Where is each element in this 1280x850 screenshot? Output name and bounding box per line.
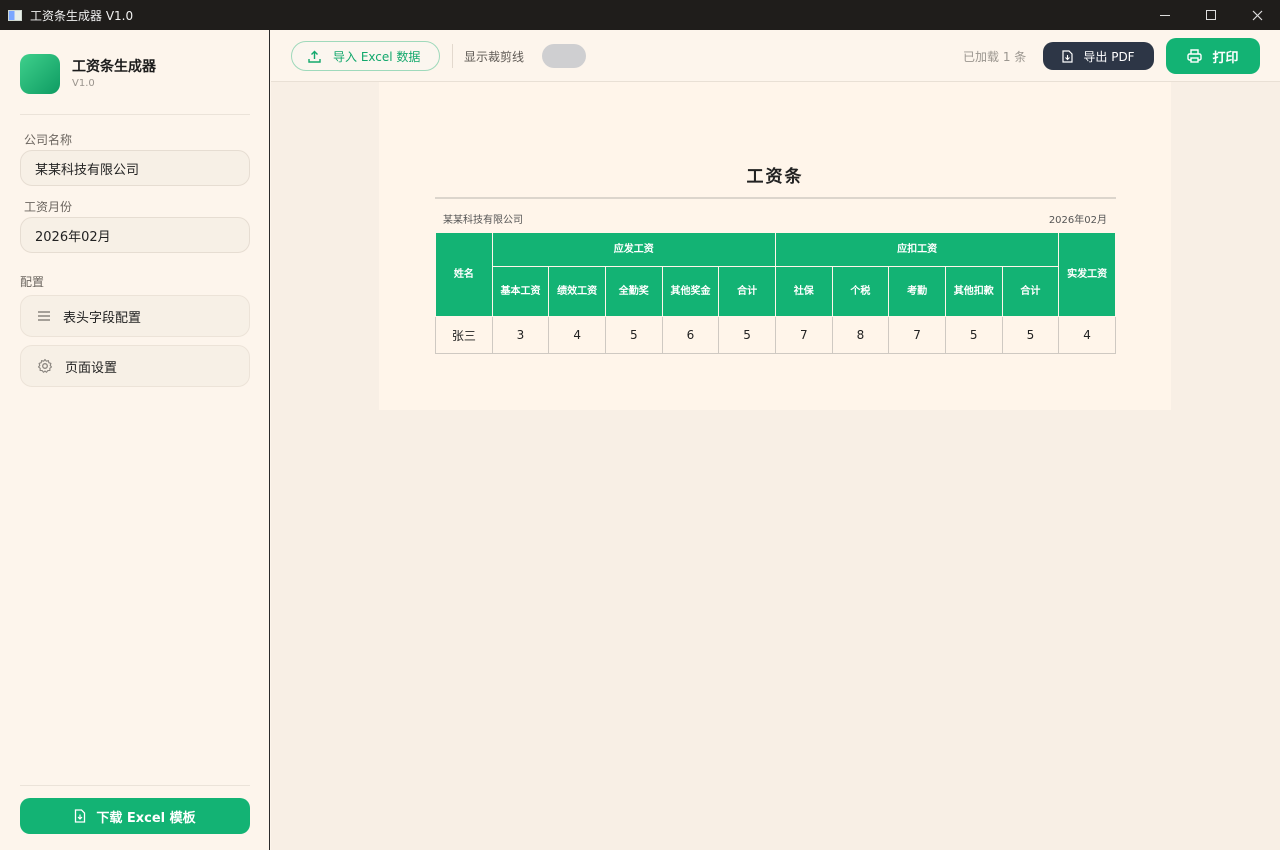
row-cell: 6 (661, 316, 720, 354)
app-version: V1.0 (72, 78, 95, 89)
row-cell: 5 (718, 316, 776, 354)
row-cell: 5 (604, 316, 663, 354)
printer-icon (1187, 49, 1203, 63)
payslip-month: 2026年02月 (1048, 215, 1107, 226)
header-earn-col: 合计 (718, 266, 776, 317)
header-deduct-col: 个税 (831, 266, 890, 317)
window-titlebar: 工资条生成器 V1.0 (0, 0, 1280, 30)
row-cell: 5 (1001, 316, 1060, 354)
toolbar: 导入 Excel 数据 显示裁剪线 已加载 1 条 导出 PDF 打印 (271, 30, 1280, 82)
header-deduct-col: 合计 (1001, 266, 1060, 317)
window-title: 工资条生成器 V1.0 (30, 8, 134, 23)
header-earn-col: 全勤奖 (604, 266, 663, 317)
config-section-label: 配置 (20, 275, 45, 289)
minimize-button[interactable] (1142, 0, 1188, 30)
file-export-icon (1062, 49, 1073, 63)
header-deduct-group: 应扣工资 (774, 232, 1060, 267)
page-settings-label: 页面设置 (65, 360, 118, 376)
window-controls (1142, 0, 1280, 30)
header-deduct-col: 其他扣款 (944, 266, 1003, 317)
sidebar-bottom-divider (20, 785, 250, 786)
row-cell: 3 (491, 316, 550, 354)
row-cell: 4 (1058, 316, 1116, 354)
page-settings-button[interactable]: 页面设置 (20, 345, 250, 387)
month-label: 工资月份 (24, 200, 73, 214)
header-earn-col: 基本工资 (491, 266, 550, 317)
sidebar-divider (20, 114, 250, 115)
preview-area: 工资条 某某科技有限公司 2026年02月 姓名 应发工资 应扣工资 实发工资 … (271, 82, 1280, 850)
print-button[interactable]: 打印 (1166, 38, 1260, 74)
header-earn-col: 绩效工资 (548, 266, 606, 317)
month-input[interactable] (20, 217, 250, 253)
gear-icon (37, 358, 53, 373)
list-icon (38, 311, 50, 321)
maximize-button[interactable] (1188, 0, 1234, 30)
close-icon (1252, 10, 1262, 20)
header-earn-col: 其他奖金 (661, 266, 720, 317)
minimize-icon (1160, 14, 1170, 16)
sidebar: 工资条生成器 V1.0 公司名称 工资月份 配置 表头字段配置 页面设置 下载 … (0, 30, 270, 850)
header-name: 姓名 (435, 232, 493, 317)
header-deduct-col: 社保 (774, 266, 833, 317)
row-cell: 4 (548, 316, 606, 354)
download-template-button[interactable]: 下载 Excel 模板 (20, 798, 250, 834)
toolbar-separator (452, 44, 453, 68)
payslip-title: 工资条 (746, 167, 804, 187)
header-net-pay: 实发工资 (1058, 232, 1116, 317)
payslip-title-rule (435, 197, 1116, 199)
company-input[interactable] (20, 150, 250, 186)
row-cell: 5 (944, 316, 1003, 354)
app-window-icon (8, 9, 22, 21)
app-logo (20, 54, 60, 94)
close-button[interactable] (1234, 0, 1280, 30)
import-excel-label: 导入 Excel 数据 (333, 49, 421, 64)
payslip-page: 工资条 某某科技有限公司 2026年02月 姓名 应发工资 应扣工资 实发工资 … (379, 82, 1171, 410)
loaded-count: 已加载 1 条 (963, 50, 1027, 64)
export-pdf-button[interactable]: 导出 PDF (1043, 42, 1154, 70)
row-name: 张三 (435, 316, 493, 354)
print-label: 打印 (1212, 50, 1239, 66)
maximize-icon (1206, 10, 1216, 20)
cut-line-toggle[interactable] (542, 44, 586, 68)
header-fields-config-label: 表头字段配置 (63, 310, 142, 326)
payslip-table: 姓名 应发工资 应扣工资 实发工资 基本工资 绩效工资 全勤奖 其他奖金 合计 … (435, 232, 1116, 354)
app-name: 工资条生成器 (72, 59, 156, 75)
header-fields-config-button[interactable]: 表头字段配置 (20, 295, 250, 337)
header-deduct-col: 考勤 (888, 266, 946, 317)
import-excel-button[interactable]: 导入 Excel 数据 (291, 41, 440, 71)
company-label: 公司名称 (24, 133, 73, 147)
row-cell: 8 (831, 316, 890, 354)
file-download-icon (75, 809, 86, 823)
export-pdf-label: 导出 PDF (1083, 49, 1135, 64)
row-cell: 7 (774, 316, 833, 354)
table-row: 张三 3 4 5 6 5 7 8 7 5 5 4 (435, 316, 1116, 354)
header-earn-group: 应发工资 (491, 232, 776, 267)
upload-icon (308, 50, 321, 63)
download-template-label: 下载 Excel 模板 (96, 810, 196, 826)
cut-line-label: 显示裁剪线 (464, 50, 525, 64)
payslip-company: 某某科技有限公司 (443, 215, 523, 226)
row-cell: 7 (888, 316, 946, 354)
